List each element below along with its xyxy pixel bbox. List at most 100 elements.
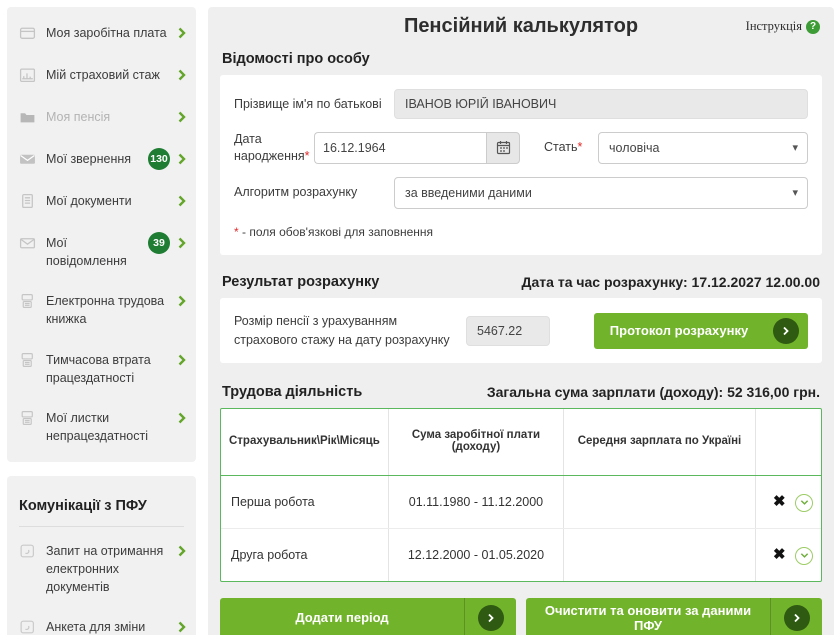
chevron-down-icon	[800, 499, 809, 506]
appeals-count-badge: 130	[148, 148, 170, 170]
required-fields-note: * - поля обов'язкові для заповнення	[234, 225, 808, 239]
chevron-right-icon	[178, 194, 186, 212]
table-row: Перша робота 01.11.1980 - 11.12.2000 ✖	[221, 476, 821, 529]
sidebar-item-label: Мої документи	[46, 192, 178, 210]
period-name-cell: Перша робота	[221, 476, 388, 529]
sidebar-item-label: Моя заробітна плата	[46, 24, 178, 42]
dob-label: Дата народження*	[234, 131, 300, 165]
algorithm-row: Алгоритм розрахунку за введеними даними …	[234, 177, 808, 209]
sidebar-item-label: Мої листки непрацездатності	[46, 409, 178, 445]
calendar-icon	[496, 140, 511, 155]
wallet-icon	[19, 25, 36, 41]
pension-amount-field	[466, 316, 550, 346]
clear-and-refresh-button[interactable]: Очистити та оновити за даними ПФУ	[526, 598, 822, 635]
delete-row-icon[interactable]: ✖	[773, 545, 786, 563]
document-icon	[19, 193, 36, 209]
column-header-actions	[755, 409, 821, 476]
sidebar-item-disability-sheets[interactable]: Мої листки непрацездатності	[7, 398, 196, 456]
chevron-down-icon: ▾	[792, 141, 798, 154]
delete-row-icon[interactable]: ✖	[773, 492, 786, 510]
sidebar-item-temporary-disability[interactable]: Тимчасова втрата працездатності	[7, 340, 196, 398]
sidebar-item-label: Моя пенсія	[46, 108, 178, 126]
sidebar-item-my-messages[interactable]: Мої повідомлення 39	[7, 223, 196, 281]
pension-result-row: Розмір пенсії з урахуванням страхового с…	[234, 312, 808, 350]
gender-label: Стать*	[544, 139, 598, 156]
dob-field[interactable]	[314, 132, 486, 164]
dob-input[interactable]	[323, 141, 478, 155]
name-row: Прізвище ім'я по батькові	[234, 89, 808, 119]
calculation-datetime: Дата та час розрахунку: 17.12.2027 12.00…	[522, 274, 820, 290]
help-icon: ?	[806, 20, 820, 34]
column-header-insurer: Страхувальник\Рік\Місяць	[221, 409, 388, 476]
work-section-header: Трудова діяльність Загальна сума зарплат…	[208, 375, 834, 408]
chevron-right-icon	[178, 294, 186, 312]
sidebar-item-electronic-work-book[interactable]: Електронна трудова книжка	[7, 281, 196, 339]
person-section-header: Відомості про особу	[208, 42, 834, 75]
expand-row-button[interactable]	[795, 494, 813, 512]
period-range-cell: 12.12.2000 - 01.05.2020	[388, 528, 563, 580]
sidebar-item-my-documents[interactable]: Мої документи	[7, 181, 196, 223]
sidebar: Моя заробітна плата Мій страховий стаж	[0, 0, 196, 635]
chevron-right-icon	[178, 620, 186, 635]
chevron-right-icon	[178, 544, 186, 562]
required-star: *	[234, 225, 239, 239]
sidebar-item-insurance-record[interactable]: Мій страховий стаж	[7, 55, 196, 97]
avg-salary-cell	[564, 528, 756, 580]
instruction-link[interactable]: Інструкція ?	[746, 19, 820, 34]
chevron-right-icon	[178, 152, 186, 170]
chevron-right-icon	[178, 236, 186, 254]
total-salary-text: Загальна сума зарплати (доходу): 52 316,…	[487, 384, 820, 400]
required-star: *	[305, 149, 310, 163]
sidebar-item-request-edocuments[interactable]: Запит на отримання електронних документі…	[7, 531, 196, 607]
required-star: *	[578, 140, 583, 154]
chevron-right-icon	[178, 110, 186, 128]
sidebar-item-change-data-form[interactable]: Анкета для зміни даних в Реєстрі застрах…	[7, 607, 196, 635]
pension-calculator-page: Моя заробітна плата Мій страховий стаж	[0, 0, 834, 635]
gender-value: чоловіча	[609, 141, 659, 155]
actions-row: Додати період Очистити та оновити за дан…	[220, 598, 822, 635]
expand-row-button[interactable]	[795, 547, 813, 565]
folder-icon	[19, 109, 36, 125]
sidebar-item-my-appeals[interactable]: Мої звернення 130	[7, 139, 196, 181]
calendar-button[interactable]	[486, 132, 520, 164]
pension-amount-label: Розмір пенсії з урахуванням страхового с…	[234, 312, 464, 350]
work-book-icon	[19, 352, 36, 368]
gender-select[interactable]: чоловіча ▾	[598, 132, 808, 164]
chevron-right-icon	[178, 68, 186, 86]
period-range-cell: 01.11.1980 - 11.12.2000	[388, 476, 563, 529]
add-period-button[interactable]: Додати період	[220, 598, 516, 635]
period-name-cell: Друга робота	[221, 528, 388, 580]
protocol-button[interactable]: Протокол розрахунку	[594, 313, 808, 349]
full-name-field	[394, 89, 808, 119]
mail-outline-icon	[19, 235, 36, 251]
arrow-right-icon	[773, 318, 799, 344]
chevron-down-icon: ▾	[792, 186, 798, 199]
work-periods-table: Страхувальник\Рік\Місяць Сума заробітної…	[220, 408, 822, 581]
sidebar-item-label: Мій страховий стаж	[46, 66, 178, 84]
chart-icon	[19, 67, 36, 83]
pension-amount-input	[477, 324, 539, 338]
sidebar-item-label: Запит на отримання електронних документі…	[46, 542, 178, 596]
mail-filled-icon	[19, 151, 36, 167]
dob-field-group	[314, 132, 520, 164]
work-book-icon	[19, 293, 36, 309]
divider	[19, 526, 184, 527]
sidebar-item-label: Анкета для зміни даних в Реєстрі застрах…	[46, 618, 178, 635]
main-header: Пенсійний калькулятор Інструкція ?	[208, 7, 834, 42]
name-label: Прізвище ім'я по батькові	[234, 96, 394, 113]
chevron-down-icon	[800, 552, 809, 559]
algorithm-value: за введеними даними	[405, 186, 532, 200]
algorithm-select[interactable]: за введеними даними ▾	[394, 177, 808, 209]
sidebar-item-salary[interactable]: Моя заробітна плата	[7, 13, 196, 55]
sidebar-communications-panel: Комунікації з ПФУ Запит на отримання еле…	[7, 476, 196, 635]
result-section-title: Результат розрахунку	[222, 274, 379, 290]
protocol-button-label: Протокол розрахунку	[594, 323, 764, 338]
sidebar-section-title: Комунікації з ПФУ	[7, 482, 196, 526]
result-section-header: Результат розрахунку Дата та час розраху…	[208, 265, 834, 298]
sidebar-main-panel: Моя заробітна плата Мій страховий стаж	[7, 7, 196, 462]
sidebar-item-label: Електронна трудова книжка	[46, 292, 178, 328]
form-icon	[19, 619, 36, 635]
sidebar-item-my-pension[interactable]: Моя пенсія	[7, 97, 196, 139]
chevron-right-icon	[178, 353, 186, 371]
work-section-title: Трудова діяльність	[222, 384, 362, 400]
